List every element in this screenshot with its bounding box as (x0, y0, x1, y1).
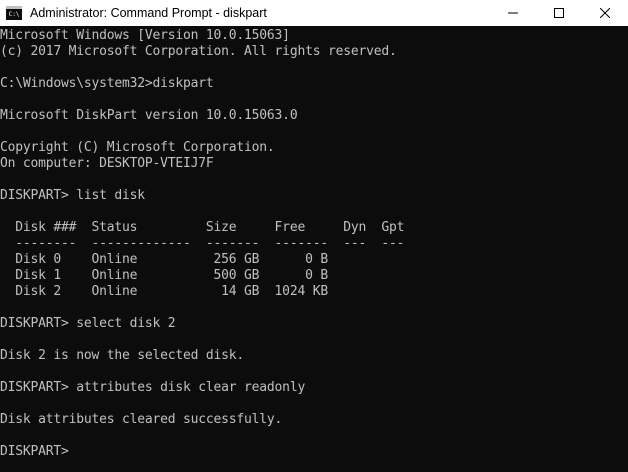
maximize-button[interactable] (536, 0, 582, 26)
command-prompt-window: C:\ Administrator: Command Prompt - disk… (0, 0, 628, 472)
console-line: Disk 2 Online 14 GB 1024 KB (0, 284, 328, 299)
console-line: DISKPART> attributes disk clear readonly (0, 380, 306, 395)
console-line: -------- ------------- ------- ------- -… (0, 236, 405, 251)
console-line: Disk attributes cleared successfully. (0, 412, 283, 427)
close-icon (600, 8, 610, 18)
maximize-icon (554, 8, 564, 18)
command-prompt-icon[interactable]: C:\ (6, 6, 22, 20)
console-line: DISKPART> (0, 444, 69, 459)
console-line: On computer: DESKTOP-VTEIJ7F (0, 156, 214, 171)
console-line: C:\Windows\system32>diskpart (0, 76, 214, 91)
console-line: DISKPART> list disk (0, 188, 145, 203)
console-output[interactable]: Microsoft Windows [Version 10.0.15063] (c… (0, 28, 628, 472)
console-line: Microsoft Windows [Version 10.0.15063] (0, 28, 290, 43)
console-line: Microsoft DiskPart version 10.0.15063.0 (0, 108, 298, 123)
console-line: DISKPART> select disk 2 (0, 316, 176, 331)
minimize-button[interactable] (490, 0, 536, 26)
console-line: Disk 0 Online 256 GB 0 B (0, 252, 328, 267)
window-title: Administrator: Command Prompt - diskpart (30, 6, 267, 20)
window-controls (490, 0, 628, 26)
console-line: Copyright (C) Microsoft Corporation. (0, 140, 275, 155)
title-bar[interactable]: C:\ Administrator: Command Prompt - disk… (0, 0, 628, 26)
console-line: (c) 2017 Microsoft Corporation. All righ… (0, 44, 397, 59)
console-line: Disk 1 Online 500 GB 0 B (0, 268, 328, 283)
console-line: Disk ### Status Size Free Dyn Gpt (0, 220, 405, 235)
icon-text: C:\ (8, 10, 20, 18)
minimize-icon (508, 12, 518, 14)
console-line: Disk 2 is now the selected disk. (0, 348, 245, 363)
close-button[interactable] (582, 0, 628, 26)
